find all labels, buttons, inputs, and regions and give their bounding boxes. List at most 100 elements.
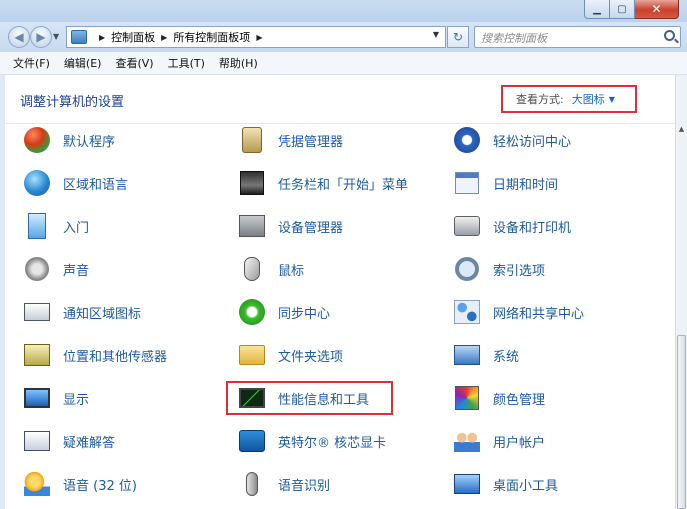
item-label: 系统 xyxy=(493,349,520,365)
view-by-label: 查看方式: xyxy=(516,93,564,106)
address-bar[interactable]: ▶ 控制面板 ▶ 所有控制面板项 ▶ ▼ xyxy=(66,26,446,48)
item-display[interactable]: 显示 xyxy=(23,383,89,413)
location-sensors-icon xyxy=(23,341,51,369)
devices-printers-icon xyxy=(453,212,481,240)
item-label: 同步中心 xyxy=(278,306,331,322)
maximize-button[interactable]: ▢ xyxy=(610,0,635,19)
speech-icon xyxy=(23,470,51,498)
item-region-language[interactable]: 区域和语言 xyxy=(23,168,128,198)
address-dropdown-icon[interactable]: ▼ xyxy=(433,30,439,39)
item-intel-graphics[interactable]: 英特尔® 核芯显卡 xyxy=(238,426,386,456)
region-language-icon xyxy=(23,169,51,197)
search-placeholder: 搜索控制面板 xyxy=(481,32,547,45)
item-folder-options[interactable]: 文件夹选项 xyxy=(238,340,343,370)
refresh-button[interactable]: ↻ xyxy=(447,26,469,48)
item-desktop-gadgets[interactable]: 桌面小工具 xyxy=(453,469,558,499)
item-color-management[interactable]: 颜色管理 xyxy=(453,383,545,413)
divider xyxy=(5,123,675,124)
item-label: 英特尔® 核芯显卡 xyxy=(278,435,387,451)
default-programs-icon xyxy=(23,126,51,154)
item-getting-started[interactable]: 入门 xyxy=(23,211,89,241)
back-button[interactable]: ◀ xyxy=(8,26,30,48)
performance-highlight-box xyxy=(226,381,393,415)
item-location-sensors[interactable]: 位置和其他传感器 xyxy=(23,340,167,370)
breadcrumb-control-panel[interactable]: 控制面板 xyxy=(111,29,155,45)
scroll-up-icon[interactable]: ▲ xyxy=(676,125,687,139)
menu-tools[interactable]: 工具(T) xyxy=(168,55,205,71)
item-label: 显示 xyxy=(63,392,90,408)
navigation-bar: ◀ ▶ ▼ ▶ 控制面板 ▶ 所有控制面板项 ▶ ▼ ↻ 搜索控制面板 xyxy=(0,22,687,52)
system-icon xyxy=(453,341,481,369)
page-title: 调整计算机的设置 xyxy=(20,95,125,110)
item-indexing-options[interactable]: 索引选项 xyxy=(453,254,545,284)
display-icon xyxy=(23,384,51,412)
credential-manager-icon xyxy=(238,126,266,154)
indexing-options-icon xyxy=(453,255,481,283)
control-panel-icon xyxy=(71,30,87,44)
item-ease-of-access[interactable]: 轻松访问中心 xyxy=(453,125,571,155)
item-user-accounts[interactable]: 用户帐户 xyxy=(453,426,545,456)
recent-pages-dropdown-icon[interactable]: ▼ xyxy=(53,32,59,41)
speech-recognition-icon xyxy=(238,470,266,498)
view-by-selector[interactable]: 查看方式: 大图标 ▼ xyxy=(501,85,637,113)
item-sound[interactable]: 声音 xyxy=(23,254,89,284)
item-label: 疑难解答 xyxy=(63,435,116,451)
item-speech-32bit[interactable]: 语音 (32 位) xyxy=(23,469,137,499)
crumb-separator-icon[interactable]: ▶ xyxy=(99,33,105,42)
item-network-sharing-center[interactable]: 网络和共享中心 xyxy=(453,297,584,327)
item-sync-center[interactable]: 同步中心 xyxy=(238,297,330,327)
view-by-value[interactable]: 大图标 xyxy=(572,91,605,107)
item-devices-printers[interactable]: 设备和打印机 xyxy=(453,211,571,241)
item-credential-manager[interactable]: 凭据管理器 xyxy=(238,125,343,155)
item-label: 文件夹选项 xyxy=(278,349,344,365)
item-default-programs[interactable]: 默认程序 xyxy=(23,125,115,155)
search-input[interactable]: 搜索控制面板 xyxy=(474,26,681,48)
item-device-manager[interactable]: 设备管理器 xyxy=(238,211,343,241)
menu-view[interactable]: 查看(V) xyxy=(115,55,153,71)
menu-help[interactable]: 帮助(H) xyxy=(219,55,258,71)
item-label: 设备和打印机 xyxy=(493,220,572,236)
troubleshooting-icon xyxy=(23,427,51,455)
menu-edit[interactable]: 编辑(E) xyxy=(64,55,102,71)
sound-icon xyxy=(23,255,51,283)
window-controls: ▁ ▢ ✕ xyxy=(584,0,679,19)
search-icon[interactable] xyxy=(664,30,675,41)
device-manager-icon xyxy=(238,212,266,240)
item-system[interactable]: 系统 xyxy=(453,340,519,370)
item-label: 颜色管理 xyxy=(493,392,546,408)
menu-file[interactable]: 文件(F) xyxy=(13,55,50,71)
item-label: 声音 xyxy=(63,263,90,279)
item-label: 鼠标 xyxy=(278,263,305,279)
scrollbar-thumb[interactable] xyxy=(677,335,686,509)
item-troubleshooting[interactable]: 疑难解答 xyxy=(23,426,115,456)
item-taskbar-start-menu[interactable]: 任务栏和「开始」菜单 xyxy=(238,168,408,198)
item-label: 任务栏和「开始」菜单 xyxy=(278,177,409,193)
ease-of-access-icon xyxy=(453,126,481,154)
mouse-icon xyxy=(238,255,266,283)
item-label: 凭据管理器 xyxy=(278,134,344,150)
vertical-scrollbar[interactable]: ▲ xyxy=(675,75,687,509)
item-notification-area-icons[interactable]: 通知区域图标 xyxy=(23,297,141,327)
crumb-separator-icon[interactable]: ▶ xyxy=(161,33,167,42)
crumb-separator-icon[interactable]: ▶ xyxy=(256,33,262,42)
item-label: 默认程序 xyxy=(63,134,116,150)
sync-center-icon xyxy=(238,298,266,326)
menu-bar: 文件(F) 编辑(E) 查看(V) 工具(T) 帮助(H) xyxy=(0,52,687,75)
item-label: 用户帐户 xyxy=(493,435,546,451)
forward-button[interactable]: ▶ xyxy=(30,26,52,48)
item-label: 日期和时间 xyxy=(493,177,559,193)
item-speech-recognition[interactable]: 语音识别 xyxy=(238,469,330,499)
item-label: 设备管理器 xyxy=(278,220,344,236)
network-sharing-icon xyxy=(453,298,481,326)
minimize-button[interactable]: ▁ xyxy=(584,0,610,19)
item-label: 语音识别 xyxy=(278,478,331,494)
date-time-icon xyxy=(453,169,481,197)
close-button[interactable]: ✕ xyxy=(635,0,679,19)
breadcrumb-all-items[interactable]: 所有控制面板项 xyxy=(173,29,250,45)
folder-options-icon xyxy=(238,341,266,369)
item-date-time[interactable]: 日期和时间 xyxy=(453,168,558,198)
chevron-down-icon[interactable]: ▼ xyxy=(609,95,615,104)
item-mouse[interactable]: 鼠标 xyxy=(238,254,304,284)
user-accounts-icon xyxy=(453,427,481,455)
color-management-icon xyxy=(453,384,481,412)
